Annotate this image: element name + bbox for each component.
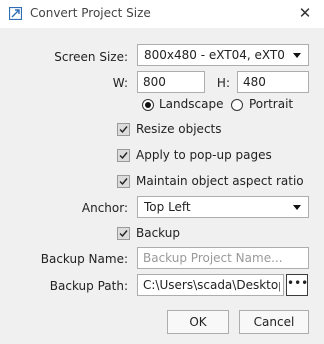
backup-checkbox[interactable] xyxy=(117,227,130,240)
backup-name-input[interactable]: Backup Project Name... xyxy=(137,247,309,269)
anchor-select[interactable]: Top Left xyxy=(137,196,309,218)
landscape-label: Landscape xyxy=(159,97,224,111)
landscape-radio[interactable] xyxy=(142,99,154,111)
checkmark-icon xyxy=(119,230,128,238)
ok-button[interactable]: OK xyxy=(167,310,229,334)
backup-name-label: Backup Name: xyxy=(40,252,128,266)
portrait-radio[interactable] xyxy=(231,99,243,111)
width-label: W: xyxy=(112,76,128,90)
backup-label: Backup xyxy=(136,226,180,240)
cancel-button[interactable]: Cancel xyxy=(239,310,309,334)
maintain-aspect-label: Maintain object aspect ratio xyxy=(136,174,304,188)
width-value: 800 xyxy=(143,75,166,89)
resize-objects-checkbox[interactable] xyxy=(117,123,130,136)
height-label: H: xyxy=(216,76,230,90)
screen-size-select[interactable]: 800x480 - eXT04, eXT0... xyxy=(137,44,309,66)
height-input[interactable]: 480 xyxy=(237,71,309,93)
resize-objects-label: Resize objects xyxy=(136,122,222,136)
browse-button[interactable]: ••• xyxy=(286,274,308,296)
chevron-down-icon xyxy=(293,205,301,210)
close-icon[interactable]: ✕ xyxy=(296,4,314,22)
backup-name-placeholder: Backup Project Name... xyxy=(143,251,283,265)
apply-popups-checkbox[interactable] xyxy=(117,149,130,162)
apply-popups-label: Apply to pop-up pages xyxy=(136,148,272,162)
backup-path-label: Backup Path: xyxy=(49,279,128,293)
height-value: 480 xyxy=(243,75,266,89)
portrait-label: Portrait xyxy=(249,97,294,111)
checkmark-icon xyxy=(119,152,128,160)
backup-path-input[interactable]: C:\Users\scada\Desktop\ xyxy=(137,274,284,296)
screen-size-label: Screen Size: xyxy=(54,50,128,64)
maintain-aspect-checkbox[interactable] xyxy=(117,175,130,188)
chevron-down-icon xyxy=(293,53,301,58)
window-title: Convert Project Size xyxy=(30,6,151,20)
screen-size-value: 800x480 - eXT04, eXT0... xyxy=(144,48,284,62)
anchor-value: Top Left xyxy=(144,200,191,214)
radio-selected-dot xyxy=(145,102,151,108)
checkmark-icon xyxy=(119,126,128,134)
width-input[interactable]: 800 xyxy=(137,71,205,93)
checkmark-icon xyxy=(119,178,128,186)
title-bar: Convert Project Size ✕ xyxy=(0,0,324,28)
anchor-label: Anchor: xyxy=(81,201,128,215)
app-icon xyxy=(9,7,22,20)
backup-path-value: C:\Users\scada\Desktop\ xyxy=(143,278,280,292)
